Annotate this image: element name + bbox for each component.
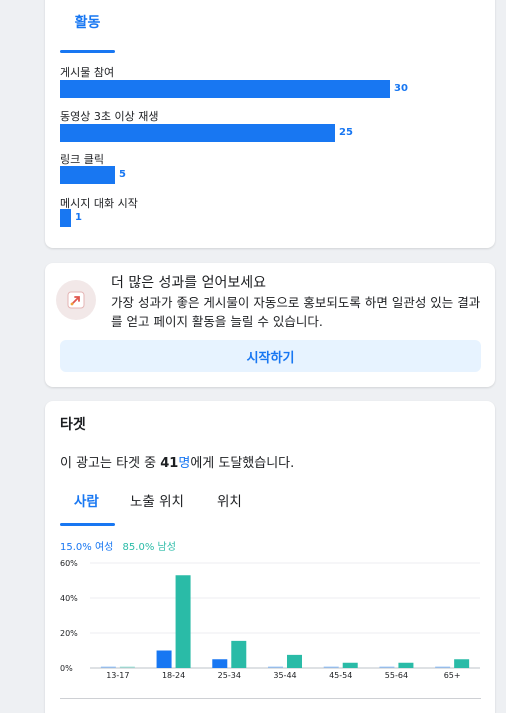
promo-card: 더 많은 성과를 얻어보세요 가장 성과가 좋은 게시물이 자동으로 홍보되도록…	[45, 263, 495, 387]
bar-male-18-24	[175, 575, 191, 668]
bar-female-25-34	[212, 659, 228, 668]
bar-male-13-17	[119, 666, 135, 668]
metric-label-post-engagement: 게시물 참여	[60, 66, 115, 79]
activity-card: 활동 게시물 참여 30 동영상 3초 이상 재생 25 링크 클릭 5 메시지…	[45, 0, 495, 248]
y-tick-label: 60%	[60, 559, 78, 568]
tab-activity-underline	[60, 50, 115, 53]
reach-number: 41	[160, 456, 179, 471]
x-tick-label: 13-17	[106, 671, 129, 680]
target-title: 타겟	[60, 417, 86, 433]
reach-suffix: 에게 도달했습니다.	[190, 456, 295, 471]
x-tick-label: 25-34	[218, 671, 241, 680]
x-tick-label: 35-44	[273, 671, 296, 680]
bar-female-18-24	[156, 650, 172, 668]
x-tick-label: 55-64	[385, 671, 408, 680]
bar-male-65+	[454, 659, 470, 668]
tab-placements[interactable]: 노출 위치	[130, 490, 184, 510]
x-tick-label: 18-24	[162, 671, 185, 680]
tab-activity[interactable]: 활동	[60, 12, 115, 32]
bar-female-65+	[435, 666, 451, 668]
reach-unit: 명	[178, 456, 191, 471]
y-tick-label: 20%	[60, 629, 78, 638]
x-tick-label: 65+	[444, 671, 461, 680]
metric-label-messaging: 메시지 대화 시작	[60, 197, 138, 210]
get-started-button[interactable]: 시작하기	[60, 340, 481, 372]
tab-locations[interactable]: 위치	[217, 490, 242, 510]
reach-sentence: 이 광고는 타겟 중 41명에게 도달했습니다.	[60, 452, 294, 471]
metric-label-link-clicks: 링크 클릭	[60, 153, 104, 166]
promo-title: 더 많은 성과를 얻어보세요	[111, 275, 267, 291]
bar-male-35-44	[287, 654, 302, 668]
metric-bar-messaging	[60, 209, 71, 227]
bar-male-25-34	[231, 640, 247, 668]
metric-bar-post-engagement	[60, 80, 390, 98]
metric-value-messaging: 1	[75, 212, 82, 223]
bar-male-55-64	[398, 662, 414, 668]
bar-female-35-44	[268, 666, 283, 668]
bar-male-45-54	[342, 662, 358, 668]
y-tick-label: 0%	[60, 664, 73, 673]
metric-value-video-plays: 25	[339, 127, 353, 138]
bottom-divider	[60, 698, 481, 699]
metric-value-link-clicks: 5	[119, 169, 126, 180]
metric-bar-video-plays	[60, 124, 335, 142]
bar-female-55-64	[379, 666, 395, 668]
bar-female-13-17	[100, 666, 116, 668]
metric-bar-link-clicks	[60, 166, 115, 184]
metric-value-post-engagement: 30	[394, 83, 408, 94]
bar-female-45-54	[323, 666, 339, 668]
metric-label-video-plays: 동영상 3초 이상 재생	[60, 110, 159, 123]
target-card: 타겟 이 광고는 타겟 중 41명에게 도달했습니다. 사람 노출 위치 위치 …	[45, 401, 495, 713]
promo-description: 가장 성과가 좋은 게시물이 자동으로 홍보되도록 하면 일관성 있는 결과를 …	[111, 295, 481, 329]
reach-prefix: 이 광고는 타겟 중	[60, 456, 161, 471]
age-gender-chart: 60% 40% 20% 0% 13-17 18-24 25-34 35-44 45-54 55-6…	[60, 559, 480, 680]
tab-people-underline	[60, 523, 115, 526]
x-tick-label: 45-54	[329, 671, 352, 680]
tab-people[interactable]: 사람	[74, 490, 99, 510]
y-tick-label: 40%	[60, 594, 78, 603]
rocket-icon	[56, 280, 96, 320]
